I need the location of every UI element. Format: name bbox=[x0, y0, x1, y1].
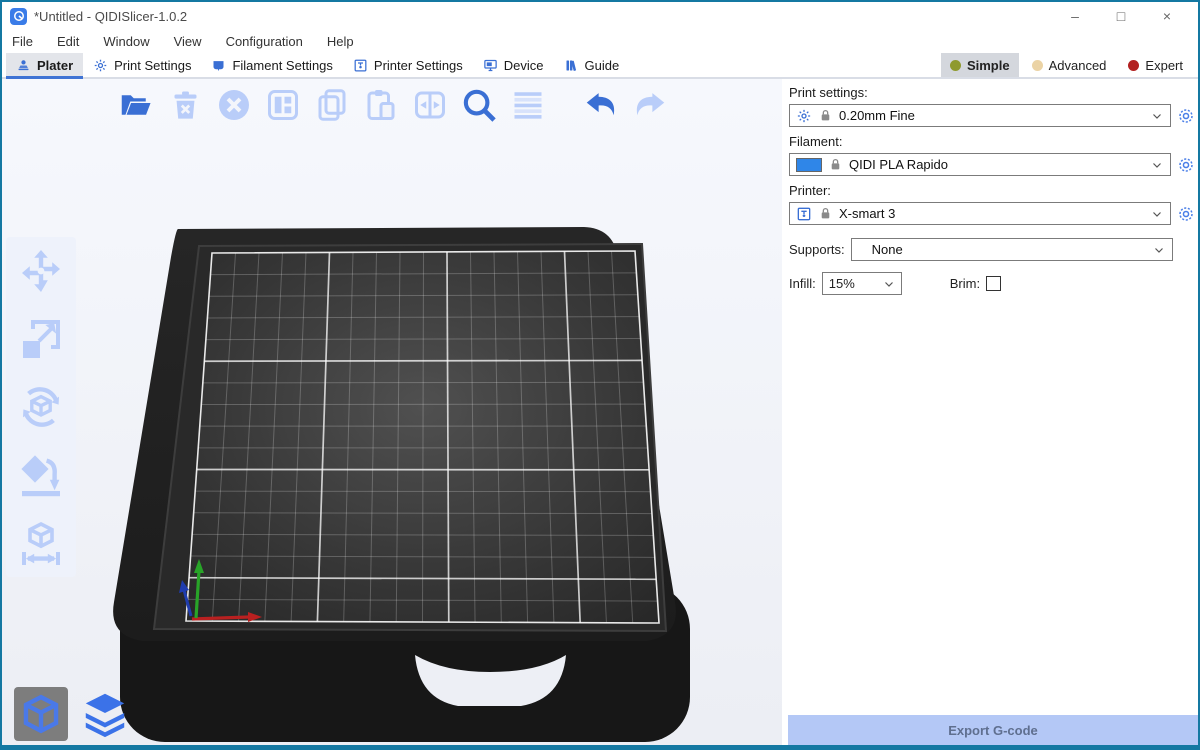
chevron-down-icon bbox=[1151, 110, 1163, 122]
device-monitor-icon bbox=[483, 58, 498, 73]
lock-icon bbox=[819, 109, 832, 122]
close-button[interactable]: × bbox=[1144, 3, 1190, 29]
gear-icon bbox=[93, 58, 108, 73]
tab-printer-settings[interactable]: Printer Settings bbox=[343, 53, 473, 77]
search-button[interactable] bbox=[459, 85, 499, 125]
books-icon bbox=[564, 58, 579, 73]
rotate-gizmo-button[interactable] bbox=[15, 381, 67, 433]
measure-gizmo-button[interactable] bbox=[15, 517, 67, 569]
mode-expert[interactable]: Expert bbox=[1119, 53, 1192, 77]
menu-configuration[interactable]: Configuration bbox=[226, 34, 303, 49]
maximize-button[interactable]: □ bbox=[1098, 3, 1144, 29]
supports-value: None bbox=[872, 242, 1146, 257]
tab-filament-settings[interactable]: Filament Settings bbox=[201, 53, 342, 77]
edit-filament-button[interactable] bbox=[1176, 155, 1195, 174]
app-logo-icon bbox=[10, 8, 27, 25]
chevron-down-icon bbox=[1151, 159, 1163, 171]
place-on-face-gizmo-button[interactable] bbox=[15, 449, 67, 501]
infill-combo[interactable]: 15% bbox=[822, 272, 902, 295]
delete-all-button[interactable] bbox=[214, 85, 254, 125]
redo-button[interactable] bbox=[630, 85, 670, 125]
minimize-button[interactable]: – bbox=[1052, 3, 1098, 29]
simple-dot-icon bbox=[950, 60, 961, 71]
view-mode-buttons bbox=[14, 687, 132, 741]
app-window: *Untitled - QIDISlicer-1.0.2 – □ × File … bbox=[0, 0, 1200, 750]
filament-value: QIDI PLA Rapido bbox=[849, 157, 1144, 172]
print-settings-value: 0.20mm Fine bbox=[839, 108, 1144, 123]
filament-combo[interactable]: QIDI PLA Rapido bbox=[789, 153, 1171, 176]
menu-edit[interactable]: Edit bbox=[57, 34, 79, 49]
tab-print-settings[interactable]: Print Settings bbox=[83, 53, 201, 77]
menubar: File Edit Window View Configuration Help bbox=[2, 30, 1198, 53]
tab-device[interactable]: Device bbox=[473, 53, 554, 77]
paste-button[interactable] bbox=[361, 85, 401, 125]
advanced-dot-icon bbox=[1032, 60, 1043, 71]
print-settings-combo[interactable]: 0.20mm Fine bbox=[789, 104, 1171, 127]
infill-value: 15% bbox=[829, 276, 879, 291]
printer-combo[interactable]: X-smart 3 bbox=[789, 202, 1171, 225]
print-settings-label: Print settings: bbox=[789, 85, 1195, 100]
3d-editor-view-button[interactable] bbox=[14, 687, 68, 741]
brim-checkbox[interactable] bbox=[986, 276, 1001, 291]
preview-button[interactable] bbox=[78, 687, 132, 741]
print-bed bbox=[2, 79, 782, 745]
settings-panel: Print settings: 0.20mm Fine Filament: bbox=[782, 79, 1198, 745]
brim-label: Brim: bbox=[950, 276, 980, 291]
filament-label: Filament: bbox=[789, 134, 1195, 149]
arrange-button[interactable] bbox=[263, 85, 303, 125]
menu-file[interactable]: File bbox=[12, 34, 33, 49]
chevron-down-icon bbox=[1151, 208, 1163, 220]
lock-icon bbox=[829, 158, 842, 171]
supports-label: Supports: bbox=[789, 242, 845, 257]
tabbar: Plater Print Settings Filament Settings … bbox=[2, 53, 1198, 79]
preset-gear-icon bbox=[796, 108, 812, 124]
titlebar: *Untitled - QIDISlicer-1.0.2 – □ × bbox=[2, 2, 1198, 30]
gizmo-toolbar bbox=[6, 237, 76, 577]
menu-window[interactable]: Window bbox=[103, 34, 149, 49]
printer-label: Printer: bbox=[789, 183, 1195, 198]
plater-icon bbox=[16, 58, 31, 73]
edit-print-settings-button[interactable] bbox=[1176, 106, 1195, 125]
undo-button[interactable] bbox=[581, 85, 621, 125]
edit-printer-button[interactable] bbox=[1176, 204, 1195, 223]
mode-selector: Simple Advanced Expert bbox=[941, 53, 1194, 77]
supports-combo[interactable]: None bbox=[851, 238, 1173, 261]
window-title: *Untitled - QIDISlicer-1.0.2 bbox=[34, 9, 187, 24]
move-gizmo-button[interactable] bbox=[15, 245, 67, 297]
tab-plater[interactable]: Plater bbox=[6, 53, 83, 77]
printer-icon bbox=[353, 58, 368, 73]
chevron-down-icon bbox=[883, 278, 895, 290]
filament-icon bbox=[211, 58, 226, 73]
filament-color-swatch bbox=[796, 158, 822, 172]
menu-help[interactable]: Help bbox=[327, 34, 354, 49]
3d-viewport[interactable] bbox=[2, 79, 782, 745]
printer-icon bbox=[796, 206, 812, 222]
export-gcode-button[interactable]: Export G-code bbox=[788, 715, 1198, 745]
chevron-down-icon bbox=[1153, 244, 1165, 256]
split-to-objects-button[interactable] bbox=[410, 85, 450, 125]
mode-simple[interactable]: Simple bbox=[941, 53, 1019, 77]
open-project-button[interactable] bbox=[116, 85, 156, 125]
delete-button[interactable] bbox=[165, 85, 205, 125]
expert-dot-icon bbox=[1128, 60, 1139, 71]
copy-button[interactable] bbox=[312, 85, 352, 125]
lock-icon bbox=[819, 207, 832, 220]
tab-guide[interactable]: Guide bbox=[554, 53, 630, 77]
infill-label: Infill: bbox=[789, 276, 816, 291]
scale-gizmo-button[interactable] bbox=[15, 313, 67, 365]
printer-value: X-smart 3 bbox=[839, 206, 1144, 221]
variable-layer-height-button[interactable] bbox=[508, 85, 548, 125]
mode-advanced[interactable]: Advanced bbox=[1023, 53, 1116, 77]
menu-view[interactable]: View bbox=[174, 34, 202, 49]
top-toolbar bbox=[116, 85, 670, 125]
